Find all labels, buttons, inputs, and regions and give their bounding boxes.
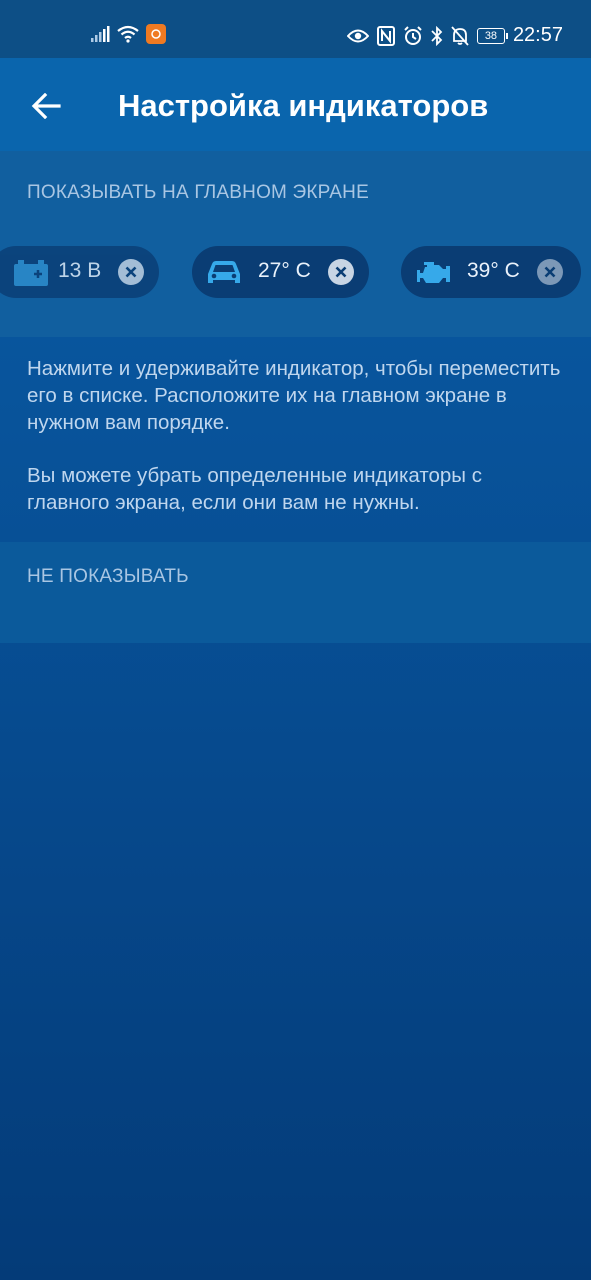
- signal-icon: [90, 25, 110, 43]
- remove-indicator-button[interactable]: [537, 259, 563, 285]
- battery-icon: [14, 260, 48, 286]
- page-title: Настройка индикаторов: [118, 88, 489, 123]
- alarm-icon: [403, 25, 423, 46]
- shown-indicators-section: ПОКАЗЫВАТЬ НА ГЛАВНОМ ЭКРАНЕ 13 В 27° С …: [0, 151, 591, 337]
- instructions-paragraph-1: Нажмите и удерживайте индикатор, чтобы п…: [27, 357, 561, 434]
- indicator-value: 27° С: [258, 259, 311, 282]
- nfc-icon: [376, 25, 395, 46]
- battery-icon: 38: [476, 27, 508, 44]
- instructions-text: Нажмите и удерживайте индикатор, чтобы п…: [27, 355, 567, 542]
- app-notification-icon: [146, 24, 166, 44]
- close-icon: [544, 266, 556, 278]
- wifi-icon: [116, 25, 140, 43]
- notifications-off-icon: [451, 25, 469, 46]
- app-bar: Настройка индикаторов: [0, 58, 591, 151]
- battery-level: 38: [484, 29, 498, 42]
- indicator-value: 39° С: [467, 259, 520, 282]
- eye-icon: [346, 28, 369, 44]
- clock: 22:57: [512, 24, 563, 46]
- remove-indicator-button[interactable]: [118, 259, 144, 285]
- bluetooth-icon: [431, 25, 443, 46]
- car-icon: [208, 261, 240, 283]
- hidden-indicators-section: НЕ ПОКАЗЫВАТЬ: [0, 542, 591, 643]
- hidden-section-header: НЕ ПОКАЗЫВАТЬ: [27, 566, 189, 587]
- indicator-chips-row[interactable]: 13 В 27° С 39° С: [0, 246, 591, 298]
- status-left-icons: [90, 24, 166, 44]
- close-icon: [125, 266, 137, 278]
- engine-icon: [417, 262, 450, 283]
- indicator-chip-battery[interactable]: 13 В: [0, 246, 159, 298]
- status-bar: 38 22:57: [0, 0, 591, 58]
- instructions-paragraph-2: Вы можете убрать определенные индикаторы…: [27, 464, 482, 514]
- status-right-icons: 38 22:57: [346, 24, 563, 47]
- indicator-value: 13 В: [58, 259, 102, 282]
- shown-section-header: ПОКАЗЫВАТЬ НА ГЛАВНОМ ЭКРАНЕ: [27, 182, 369, 203]
- indicator-chip-car[interactable]: 27° С: [192, 246, 369, 298]
- remove-indicator-button[interactable]: [328, 259, 354, 285]
- close-icon: [335, 266, 347, 278]
- back-button[interactable]: [26, 86, 66, 126]
- indicator-chip-engine[interactable]: 39° С: [401, 246, 581, 298]
- arrow-left-icon: [31, 93, 61, 119]
